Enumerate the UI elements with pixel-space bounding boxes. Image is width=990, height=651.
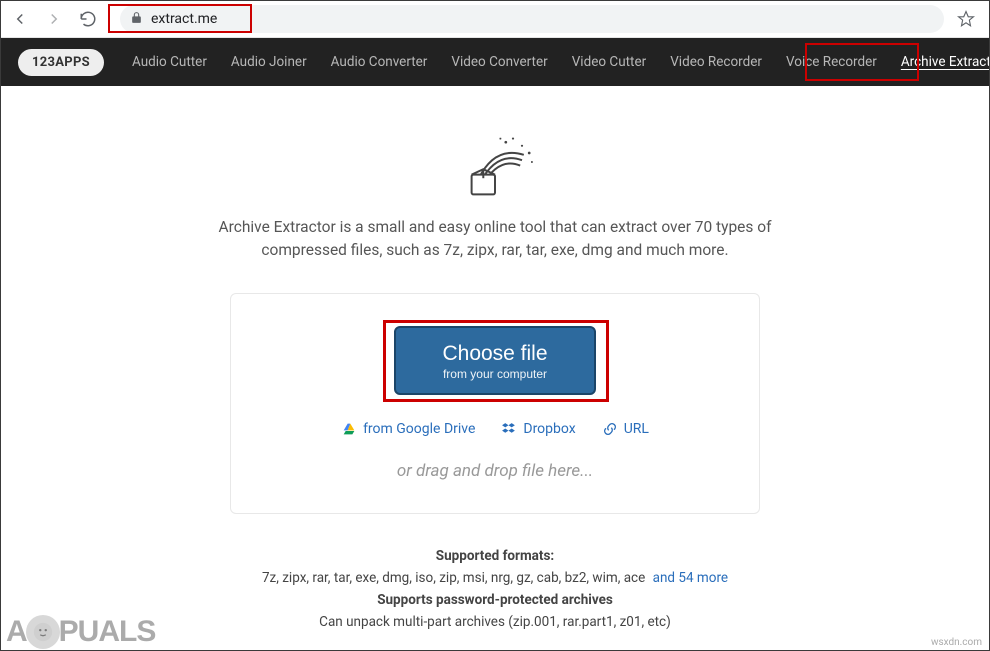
upload-panel: Choose file from your computer from Goog…	[230, 293, 760, 514]
nav-archive-extractor[interactable]: Archive Extractor	[891, 40, 990, 84]
back-button[interactable]	[8, 7, 32, 31]
link-icon	[602, 421, 618, 437]
bookmark-star-icon[interactable]	[954, 7, 978, 31]
drag-drop-hint: or drag and drop file here...	[251, 461, 739, 481]
lock-icon	[130, 9, 143, 28]
address-bar[interactable]: extract.me	[120, 5, 944, 33]
choose-file-button[interactable]: Choose file from your computer	[394, 326, 595, 395]
google-drive-icon	[341, 421, 357, 437]
watermark-logo: A PUALS	[6, 615, 155, 649]
reload-button[interactable]	[76, 7, 100, 31]
rainbow-box-icon	[450, 126, 540, 196]
nav-video-cutter[interactable]: Video Cutter	[562, 40, 657, 84]
nav-audio-cutter[interactable]: Audio Cutter	[122, 40, 217, 84]
page-content: Archive Extractor is a small and easy on…	[0, 86, 990, 630]
url-link[interactable]: URL	[602, 421, 649, 437]
forward-button[interactable]	[42, 7, 66, 31]
browser-toolbar: extract.me	[0, 0, 990, 38]
more-formats-link[interactable]: and 54 more	[653, 570, 728, 586]
watermark-face-icon	[26, 615, 60, 649]
site-navbar: 123APPS Audio Cutter Audio Joiner Audio …	[0, 38, 990, 86]
choose-file-sublabel: from your computer	[442, 367, 547, 381]
alternate-sources: from Google Drive Dropbox URL	[251, 421, 739, 437]
nav-voice-recorder[interactable]: Voice Recorder	[776, 40, 887, 84]
nav-video-converter[interactable]: Video Converter	[441, 40, 557, 84]
nav-video-recorder[interactable]: Video Recorder	[660, 40, 772, 84]
hero-description: Archive Extractor is a small and easy on…	[195, 216, 795, 263]
site-logo[interactable]: 123APPS	[18, 49, 104, 76]
google-drive-link[interactable]: from Google Drive	[341, 421, 475, 437]
choose-file-label: Choose file	[442, 342, 547, 366]
url-text: extract.me	[151, 11, 217, 27]
nav-audio-converter[interactable]: Audio Converter	[321, 40, 438, 84]
supported-formats-list: 7z, zipx, rar, tar, exe, dmg, iso, zip, …	[0, 570, 990, 586]
dropbox-icon	[501, 421, 517, 437]
nav-audio-joiner[interactable]: Audio Joiner	[221, 40, 317, 84]
domain-watermark: wsxdn.com	[931, 637, 982, 648]
password-support: Supports password-protected archives	[0, 592, 990, 608]
dropbox-link[interactable]: Dropbox	[501, 421, 575, 437]
supported-formats-header: Supported formats:	[0, 548, 990, 564]
